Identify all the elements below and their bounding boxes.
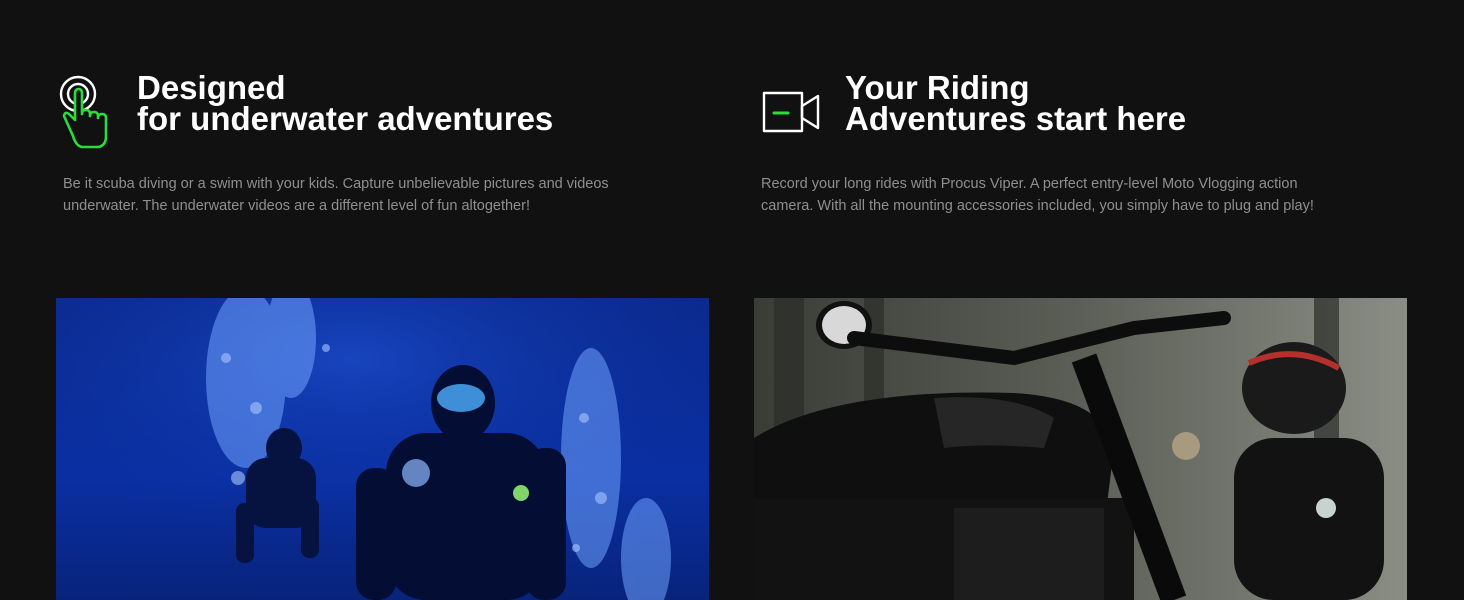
touch-hand-icon [58,74,110,152]
description-line-1: Record your long rides with Procus Viper… [761,176,1298,192]
title-line-1: Designed [137,69,286,106]
description-line-1: Be it scuba diving or a swim with your k… [63,176,609,192]
title-line-2: Adventures start here [845,100,1187,137]
feature-title: Your Riding Adventures start here [845,69,1187,137]
title-line-2: for underwater adventures [137,100,554,137]
description-line-2: camera. With all the mounting accessorie… [761,198,1314,214]
motorcycle-rider-photo [754,298,1407,600]
underwater-divers-photo [56,298,709,600]
description-line-2: underwater. The underwater videos are a … [63,198,530,214]
feature-description: Be it scuba diving or a swim with your k… [63,173,683,217]
feature-description: Record your long rides with Procus Viper… [761,173,1401,217]
video-camera-icon [762,88,822,136]
feature-title: Designed for underwater adventures [137,69,554,137]
title-line-1: Your Riding [845,69,1030,106]
